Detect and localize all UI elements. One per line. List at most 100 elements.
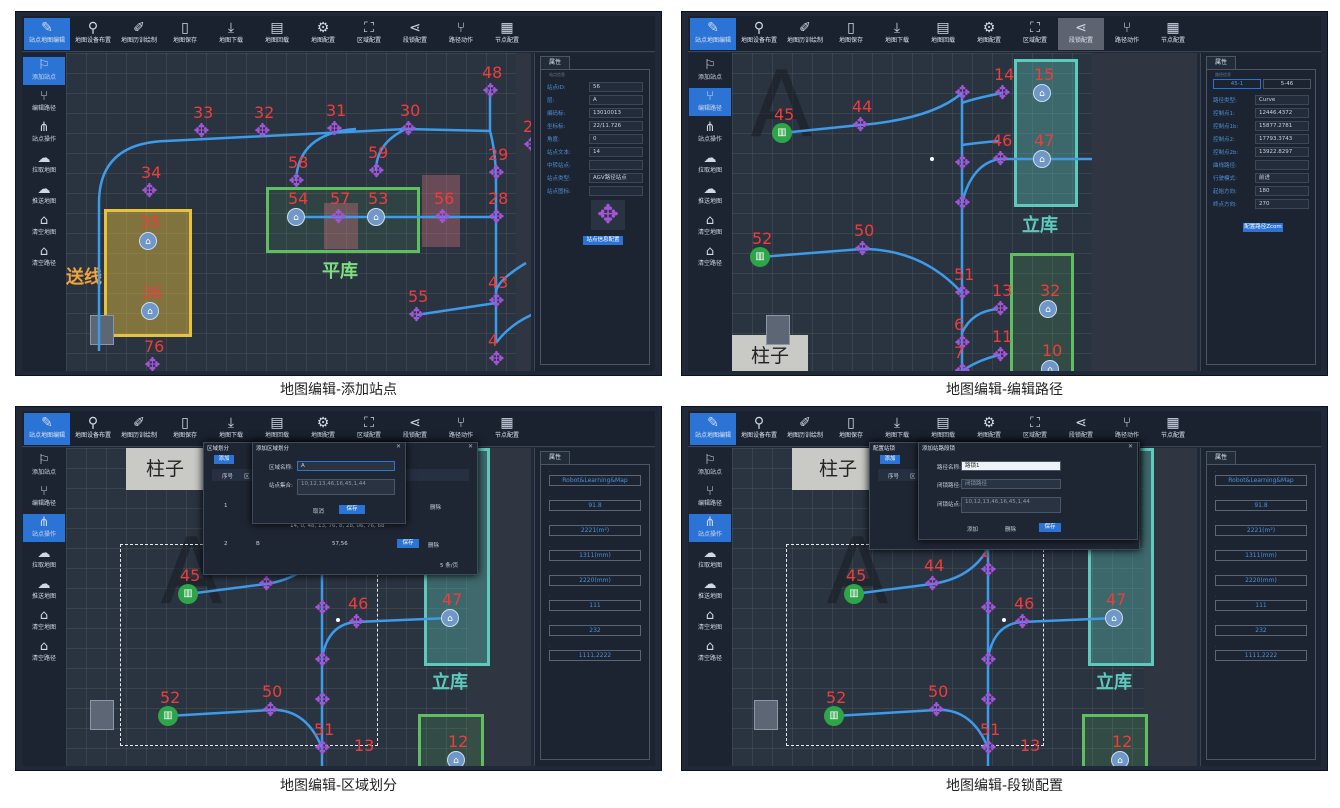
site-marker-node[interactable]: ✥ xyxy=(979,651,998,670)
field-row[interactable]: 控制点2: 17793.3743 xyxy=(1213,134,1309,144)
toolbar-button-6[interactable]: ▤ 地图回载 xyxy=(920,413,966,445)
site-marker-node[interactable]: ✥ xyxy=(953,154,972,173)
toolbar-button-9[interactable]: ⋖ 段锁配置 xyxy=(1058,413,1104,445)
site-marker-node[interactable]: ✥ xyxy=(953,362,972,372)
sidebar-item-1[interactable]: ⚐ 添加站点 xyxy=(23,57,65,85)
lock-sites-field[interactable]: 10,12,13,46,16,45,1,44 xyxy=(961,497,1061,513)
sidebar-item-7[interactable]: ⌂ 清空路径 xyxy=(23,638,65,666)
delete-button[interactable]: 删除 xyxy=(1005,525,1016,533)
toolbar-button-1[interactable]: ✎ 站点地图编辑 xyxy=(24,18,70,50)
toolbar-button-8[interactable]: ⛶ 区域配置 xyxy=(346,413,392,445)
props-tab[interactable]: 属性 xyxy=(1206,56,1236,69)
toolbar-button-8[interactable]: ⛶ 区域配置 xyxy=(346,18,392,50)
site-marker-stg[interactable]: ▥ xyxy=(158,706,178,726)
site-marker-stg[interactable]: ▥ xyxy=(178,584,198,604)
prop-input[interactable]: 111 xyxy=(1215,600,1307,611)
path-tab-2[interactable]: 5-46 xyxy=(1263,79,1311,89)
site-marker-stg[interactable]: ▥ xyxy=(772,123,792,143)
sidebar-item-3[interactable]: ⋔ 站点操作 xyxy=(23,119,65,147)
site-marker-node[interactable]: ✥ xyxy=(313,691,332,710)
site-marker-node[interactable]: ✥ xyxy=(522,136,531,155)
toolbar-button-6[interactable]: ▤ 地图回载 xyxy=(254,18,300,50)
prop-input[interactable]: 91.8 xyxy=(549,500,641,511)
sidebar-item-4[interactable]: ☁ 拉取地图 xyxy=(689,545,731,573)
sidebar-item-6[interactable]: ⌂ 清空地图 xyxy=(689,607,731,635)
toolbar-button-7[interactable]: ⚙ 地图配置 xyxy=(300,413,346,445)
add-tab[interactable]: 添加 xyxy=(214,455,234,464)
site-marker-node[interactable]: ✥ xyxy=(313,599,332,618)
site-marker-house[interactable]: ⌂ xyxy=(1033,150,1051,168)
add-tab[interactable]: 添加 xyxy=(880,455,900,464)
props-tab[interactable]: 属性 xyxy=(540,56,570,69)
toolbar-button-8[interactable]: ⛶ 区域配置 xyxy=(1012,413,1058,445)
site-marker-node[interactable]: ✥ xyxy=(953,284,972,303)
prop-input[interactable]: 2221(m²) xyxy=(1215,525,1307,536)
toolbar-button-1[interactable]: ✎ 站点地图编辑 xyxy=(24,413,70,445)
toolbar-button-1[interactable]: ✎ 站点地图编辑 xyxy=(690,413,736,445)
toolbar-button-3[interactable]: ✐ 地图历训绘制 xyxy=(116,18,162,50)
site-marker-node[interactable]: ✥ xyxy=(433,208,452,227)
pagination[interactable]: 5 条/页 xyxy=(440,561,458,569)
prop-input[interactable]: Robot&Learning&Map xyxy=(549,475,641,486)
site-marker-node[interactable]: ✥ xyxy=(313,739,332,758)
path-tab-1[interactable]: 45-1 xyxy=(1213,79,1261,89)
prop-input[interactable]: 232 xyxy=(1215,625,1307,636)
lock-path-field[interactable]: 闭锁路径 xyxy=(961,479,1061,489)
toolbar-button-3[interactable]: ✐ 地图历训绘制 xyxy=(116,413,162,445)
field-row[interactable]: 站点类型: AGV路径站点 xyxy=(547,173,643,183)
site-marker-house[interactable]: ⌂ xyxy=(447,751,465,766)
sidebar-item-3[interactable]: ⋔ 站点操作 xyxy=(689,514,731,542)
toolbar-button-9[interactable]: ⋖ 段锁配置 xyxy=(1058,18,1104,50)
sidebar-item-1[interactable]: ⚐ 添加站点 xyxy=(23,452,65,480)
field-value[interactable] xyxy=(1255,160,1309,170)
field-row[interactable]: 中转站点: xyxy=(547,160,643,170)
site-marker-node[interactable]: ✥ xyxy=(487,350,506,369)
field-value[interactable] xyxy=(589,160,643,170)
toolbar-button-10[interactable]: ⑂ 路径动作 xyxy=(1104,18,1150,50)
site-marker-house[interactable]: ⌂ xyxy=(141,302,159,320)
field-row[interactable]: 站点ID: 56 xyxy=(547,82,643,92)
site-marker-node[interactable]: ✥ xyxy=(140,182,159,201)
site-marker-node[interactable]: ✥ xyxy=(313,651,332,670)
site-info-config-button[interactable]: 站点信息配置 xyxy=(583,236,623,245)
toolbar-button-11[interactable]: ▦ 节点配置 xyxy=(1150,413,1196,445)
prop-input[interactable]: Robot&Learning&Map xyxy=(1215,475,1307,486)
path-config-button[interactable]: 配置路径Zcom xyxy=(1243,223,1283,232)
site-marker-node[interactable]: ✥ xyxy=(487,292,506,311)
prop-input[interactable]: 1111,2222 xyxy=(1215,650,1307,661)
site-marker-house[interactable]: ⌂ xyxy=(441,609,459,627)
prop-input[interactable]: 1311(mm) xyxy=(1215,550,1307,561)
sidebar-item-6[interactable]: ⌂ 清空地图 xyxy=(23,212,65,240)
toolbar-button-5[interactable]: ⤓ 地图下载 xyxy=(874,413,920,445)
sidebar-item-5[interactable]: ☁ 推送地图 xyxy=(689,181,731,209)
site-marker-node[interactable]: ✥ xyxy=(979,599,998,618)
site-marker-node[interactable]: ✥ xyxy=(853,240,872,259)
sidebar-item-6[interactable]: ⌂ 清空地图 xyxy=(23,607,65,635)
toolbar-button-10[interactable]: ⑂ 路径动作 xyxy=(438,18,484,50)
field-value[interactable]: 56 xyxy=(589,82,643,92)
toolbar-button-11[interactable]: ▦ 节点配置 xyxy=(1150,18,1196,50)
toolbar-button-9[interactable]: ⋖ 段锁配置 xyxy=(392,18,438,50)
field-row[interactable]: 站点图标: xyxy=(547,186,643,196)
prop-input[interactable]: 91.8 xyxy=(1215,500,1307,511)
sidebar-item-4[interactable]: ☁ 拉取地图 xyxy=(689,150,731,178)
map-canvas[interactable]: A 立库 柱子 ▥ 45 ✥ 44 ✥ ✥ 14 ⌂ 15 ✥ 46 ⌂ 47 ▥ 52 ✥ 50 ✥ ✥ ✥ 51 ✥ 1… xyxy=(732,53,1197,371)
field-row[interactable]: 角度: 0 xyxy=(547,134,643,144)
field-row[interactable]: 终点方向: 270 xyxy=(1213,199,1309,209)
field-value[interactable]: 180 xyxy=(1255,186,1309,196)
site-marker-node[interactable]: ✥ xyxy=(953,84,972,103)
site-marker-house[interactable]: ⌂ xyxy=(1033,84,1051,102)
site-marker-stg[interactable]: ▥ xyxy=(844,584,864,604)
field-row[interactable]: 控制点2b: 13922.8297 xyxy=(1213,147,1309,157)
toolbar-button-6[interactable]: ▤ 地图回载 xyxy=(254,413,300,445)
toolbar-button-7[interactable]: ⚙ 地图配置 xyxy=(966,18,1012,50)
site-marker-node[interactable]: ✥ xyxy=(329,208,348,227)
field-row[interactable]: 站点文本: 14 xyxy=(547,147,643,157)
toolbar-button-5[interactable]: ⤓ 地图下载 xyxy=(208,413,254,445)
site-marker-node[interactable]: ✥ xyxy=(192,122,211,141)
field-value[interactable]: 0 xyxy=(589,134,643,144)
site-marker-node[interactable]: ✥ xyxy=(993,84,1012,103)
site-marker-node[interactable]: ✥ xyxy=(257,575,276,594)
site-marker-node[interactable]: ✥ xyxy=(261,701,280,720)
field-value[interactable]: 13010013 xyxy=(589,108,643,118)
